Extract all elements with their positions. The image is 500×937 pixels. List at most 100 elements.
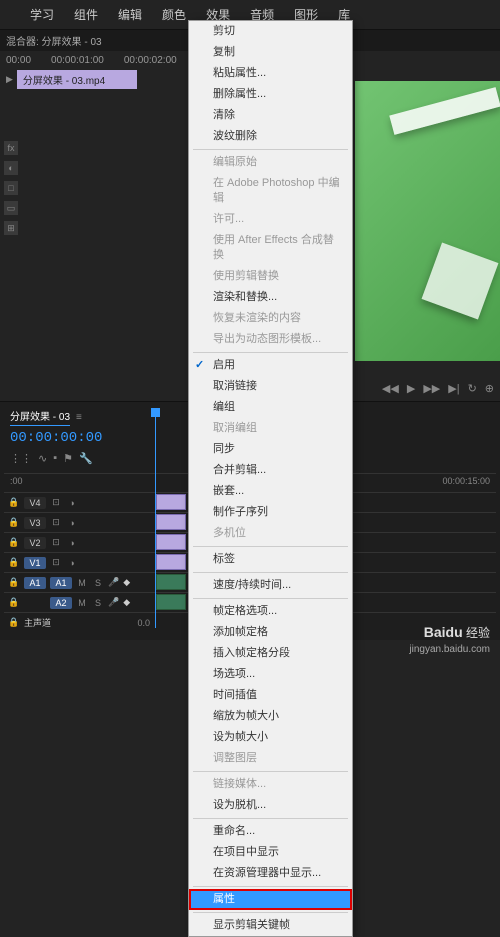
eye-icon[interactable]: ⊡ — [50, 557, 62, 569]
track-head: 🔒 A2 MS 🎤 ◆ — [4, 597, 154, 609]
tool-fx[interactable]: fx — [4, 141, 18, 155]
menu-item-: 取消编组 — [189, 418, 352, 439]
playhead[interactable] — [155, 408, 156, 628]
menu-color[interactable]: 颜色 — [162, 6, 186, 23]
solo-icon[interactable]: S — [92, 597, 104, 609]
snap-icon[interactable]: ⋮⋮ — [10, 452, 32, 465]
clip-bar[interactable]: 分屏效果 - 03.mp4 — [17, 70, 137, 89]
step-icon[interactable]: ▶| — [448, 382, 459, 395]
play-icon[interactable]: ▶ — [407, 382, 415, 395]
menu-edit[interactable]: 编辑 — [118, 6, 142, 23]
toggle-icon[interactable]: ◑ — [66, 517, 78, 529]
tab-menu-icon[interactable]: ≡ — [76, 412, 82, 423]
solo-icon[interactable]: S — [92, 577, 104, 589]
clip[interactable] — [156, 594, 186, 610]
clip[interactable] — [156, 554, 186, 570]
menu-components[interactable]: 组件 — [74, 6, 98, 23]
menu-item-[interactable]: 设为脱机... — [189, 795, 352, 816]
track-label[interactable]: V1 — [24, 557, 46, 569]
menu-item-[interactable]: 取消链接 — [189, 376, 352, 397]
menu-item-[interactable]: 缩放为帧大小 — [189, 706, 352, 727]
eye-icon[interactable]: ⊡ — [50, 497, 62, 509]
lock-icon[interactable]: 🔒 — [8, 617, 20, 629]
ruler-start: :00 — [10, 476, 23, 486]
menu-item-[interactable]: 添加帧定格 — [189, 622, 352, 643]
menu-item-[interactable]: 剪切 — [189, 21, 352, 42]
tool-a[interactable]: ◐ — [4, 161, 18, 175]
menu-item-[interactable]: 在资源管理器中显示... — [189, 863, 352, 884]
track-label[interactable]: 主声道 — [24, 616, 51, 629]
eye-icon[interactable]: ⊡ — [50, 537, 62, 549]
keyframe-icon[interactable]: ◆ — [123, 597, 130, 608]
menu-item-[interactable]: 清除 — [189, 105, 352, 126]
menu-item-[interactable]: 显示剪辑关键帧 — [189, 915, 352, 936]
menu-learn[interactable]: 学习 — [30, 6, 54, 23]
lock-icon[interactable]: 🔒 — [8, 537, 20, 549]
menu-item-[interactable]: 速度/持续时间... — [189, 575, 352, 596]
lock-icon[interactable]: 🔒 — [8, 497, 20, 509]
menu-item-[interactable]: 粘贴属性... — [189, 63, 352, 84]
track-target[interactable]: A1 — [24, 577, 46, 589]
menu-item-[interactable]: 制作子序列 — [189, 502, 352, 523]
toggle-icon[interactable]: ◑ — [66, 537, 78, 549]
menu-item-[interactable]: 渲染和替换... — [189, 287, 352, 308]
menu-item-[interactable]: 重命名... — [189, 821, 352, 842]
keyframe-icon[interactable]: ◆ — [123, 577, 130, 588]
lock-icon[interactable]: 🔒 — [8, 597, 20, 609]
settings-icon[interactable]: ⚑ — [63, 452, 73, 465]
menu-item-[interactable]: 删除属性... — [189, 84, 352, 105]
clip[interactable] — [156, 534, 186, 550]
track-label[interactable]: V3 — [24, 517, 46, 529]
clip[interactable] — [156, 574, 186, 590]
track-head: 🔒 A1 A1 MS 🎤 ◆ — [4, 577, 154, 589]
eye-icon[interactable]: ⊡ — [50, 517, 62, 529]
sequence-tab[interactable]: 分屏效果 - 03 — [10, 408, 70, 426]
track-label[interactable]: V4 — [24, 497, 46, 509]
menu-item-[interactable]: 场选项... — [189, 664, 352, 685]
more-icon[interactable]: ⊕ — [485, 382, 494, 395]
menu-item-[interactable]: 启用 — [189, 355, 352, 376]
voice-icon[interactable]: 🎤 — [108, 577, 119, 588]
menu-item-[interactable]: 同步 — [189, 439, 352, 460]
loop-icon[interactable]: ↻ — [468, 382, 477, 395]
program-monitor[interactable] — [355, 81, 500, 361]
track-label[interactable]: V2 — [24, 537, 46, 549]
menu-item-[interactable]: 设为帧大小 — [189, 727, 352, 748]
toggle-icon[interactable]: ◑ — [66, 497, 78, 509]
menu-item-[interactable]: 波纹删除 — [189, 126, 352, 147]
clip[interactable] — [156, 514, 186, 530]
mute-icon[interactable]: M — [76, 597, 88, 609]
clip[interactable] — [156, 494, 186, 510]
menu-item-[interactable]: 属性 — [189, 889, 352, 910]
link-icon[interactable]: ∿ — [38, 452, 47, 465]
next-icon[interactable]: ▶▶ — [423, 382, 440, 395]
toggle-icon[interactable]: ◑ — [66, 557, 78, 569]
ruler-end: 00:00:15:00 — [442, 476, 490, 486]
menu-separator — [193, 598, 348, 599]
menu-item-[interactable]: 合并剪辑... — [189, 460, 352, 481]
menu-item-[interactable]: 帧定格选项... — [189, 601, 352, 622]
track-label[interactable]: A1 — [50, 577, 72, 589]
menu-item-[interactable]: 复制 — [189, 42, 352, 63]
track-label[interactable]: A2 — [50, 597, 72, 609]
marker-icon[interactable]: ▪ — [53, 452, 57, 465]
menu-item-[interactable]: 标签 — [189, 549, 352, 570]
menu-item-[interactable]: 在项目中显示 — [189, 842, 352, 863]
prev-icon[interactable]: ◀◀ — [382, 382, 399, 395]
mute-icon[interactable]: M — [76, 577, 88, 589]
voice-icon[interactable]: 🎤 — [108, 597, 119, 608]
lock-icon[interactable]: 🔒 — [8, 557, 20, 569]
source-left-tools: fx ◐ □ ▭ ⊞ — [4, 141, 18, 235]
tool-b[interactable]: □ — [4, 181, 18, 195]
menu-item-[interactable]: 插入帧定格分段 — [189, 643, 352, 664]
menu-item-: 恢复未渲染的内容 — [189, 308, 352, 329]
menu-item-[interactable]: 时间插值 — [189, 685, 352, 706]
tool-d[interactable]: ⊞ — [4, 221, 18, 235]
menu-item-[interactable]: 编组 — [189, 397, 352, 418]
wrench-icon[interactable]: 🔧 — [79, 452, 93, 465]
tool-c[interactable]: ▭ — [4, 201, 18, 215]
lock-icon[interactable]: 🔒 — [8, 517, 20, 529]
menu-item-[interactable]: 嵌套... — [189, 481, 352, 502]
lock-icon[interactable]: 🔒 — [8, 577, 20, 589]
expand-icon[interactable]: ▶ — [6, 74, 13, 85]
